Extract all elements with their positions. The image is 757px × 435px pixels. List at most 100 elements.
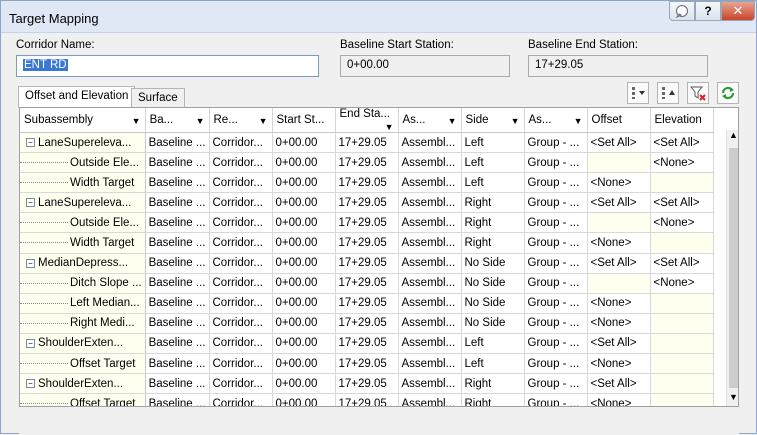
table-row[interactable]: Outside Ele... Baseline ... Corridor... 0+0…: [20, 212, 714, 234]
table-row[interactable]: Left Median... Baseline ... Corridor... 0+0…: [20, 293, 714, 314]
refresh-icon[interactable]: [717, 82, 739, 104]
scroll-thumb[interactable]: [729, 148, 738, 388]
cell-elevation[interactable]: [650, 353, 714, 375]
scroll-down-icon[interactable]: ▼: [727, 392, 738, 406]
cell-subassembly[interactable]: Offset Target: [20, 353, 146, 375]
cell-elevation[interactable]: [650, 313, 714, 334]
cell-elevation[interactable]: [650, 393, 714, 406]
filter-arrow-icon[interactable]: ▼: [574, 116, 583, 126]
table-row[interactable]: − MedianDepress... Baseline ... Corridor...…: [20, 253, 714, 274]
tab-offset-and-elevation[interactable]: Offset and Elevation: [18, 86, 136, 108]
cell-elevation[interactable]: <None>: [650, 152, 714, 174]
col-offset[interactable]: Offset: [587, 108, 651, 133]
col-side[interactable]: Side ▼: [461, 108, 525, 133]
cell-side: No Side: [461, 293, 525, 314]
cell-subassembly[interactable]: Width Target: [20, 232, 146, 254]
cell-elevation[interactable]: [650, 172, 714, 194]
cell-subassembly[interactable]: Ditch Slope ...: [20, 273, 146, 294]
cell-subassembly[interactable]: Right Medi...: [20, 313, 146, 334]
cell-offset[interactable]: <None>: [587, 353, 651, 375]
table-row[interactable]: − ShoulderExten... Baseline ... Corridor...…: [20, 373, 714, 395]
col-end-station[interactable]: End Sta... ▼: [335, 108, 399, 133]
filter-arrow-icon[interactable]: ▼: [511, 116, 520, 126]
table-row[interactable]: Width Target Baseline ... Corridor... 0+00.…: [20, 172, 714, 194]
cell-subassembly[interactable]: − ShoulderExten...: [20, 333, 146, 355]
collapse-icon[interactable]: −: [26, 338, 35, 348]
cell-offset[interactable]: [587, 152, 651, 174]
table-row[interactable]: Width Target Baseline ... Corridor... 0+00.…: [20, 232, 714, 254]
cell-start-station: 0+00.00: [272, 373, 336, 395]
filter-arrow-icon[interactable]: ▼: [132, 116, 141, 126]
cell-offset[interactable]: [587, 212, 651, 234]
table-row[interactable]: Right Medi... Baseline ... Corridor... 0+00…: [20, 313, 714, 334]
table-row[interactable]: Offset Target Baseline ... Corridor... 0+00…: [20, 393, 714, 406]
cell-offset[interactable]: <None>: [587, 172, 651, 194]
collapse-icon[interactable]: −: [26, 138, 35, 148]
filter-arrow-icon[interactable]: ▼: [196, 116, 205, 126]
cell-offset[interactable]: <Set All>: [587, 253, 651, 274]
collapse-icon[interactable]: −: [26, 198, 35, 208]
table-row[interactable]: Outside Ele... Baseline ... Corridor... 0+0…: [20, 152, 714, 174]
cell-elevation[interactable]: <Set All>: [650, 192, 714, 214]
close-button[interactable]: ✕: [721, 1, 755, 21]
cell-subassembly[interactable]: − ShoulderExten...: [20, 373, 146, 395]
column-chooser-icon[interactable]: [627, 82, 649, 104]
cell-subassembly[interactable]: Outside Ele...: [20, 212, 146, 234]
col-baseline[interactable]: Ba... ▼: [145, 108, 210, 133]
cell-offset[interactable]: <Set All>: [587, 333, 651, 355]
help-button[interactable]: ?: [695, 1, 721, 21]
col-start-station[interactable]: Start St...: [272, 108, 336, 133]
corridor-name-field[interactable]: ENT RD: [16, 55, 319, 77]
cell-elevation[interactable]: [650, 293, 714, 314]
col-assembly[interactable]: As... ▼: [398, 108, 462, 133]
filter-arrow-icon[interactable]: ▼: [385, 122, 394, 132]
table-row[interactable]: Offset Target Baseline ... Corridor... 0+00…: [20, 353, 714, 375]
cell-end-station: 17+29.05: [335, 353, 399, 375]
cell-subassembly[interactable]: − LaneSupereleva...: [20, 192, 146, 214]
cell-offset[interactable]: <None>: [587, 393, 651, 406]
cell-offset[interactable]: <None>: [587, 232, 651, 254]
table-row[interactable]: Ditch Slope ... Baseline ... Corridor... 0+…: [20, 273, 714, 294]
collapse-icon[interactable]: −: [26, 258, 35, 268]
vertical-scrollbar[interactable]: ▲ ▼: [726, 130, 738, 406]
cell-region: Corridor...: [209, 192, 273, 214]
collapse-icon[interactable]: −: [26, 379, 35, 389]
cell-offset[interactable]: <Set All>: [587, 192, 651, 214]
table-row[interactable]: − ShoulderExten... Baseline ... Corridor...…: [20, 333, 714, 355]
col-assembly-group[interactable]: As... ▼: [524, 108, 588, 133]
sort-icon[interactable]: [657, 82, 679, 104]
cell-offset[interactable]: <None>: [587, 313, 651, 334]
cell-subassembly[interactable]: Width Target: [20, 172, 146, 194]
cell-elevation[interactable]: <None>: [650, 212, 714, 234]
clear-filter-icon[interactable]: [687, 82, 709, 104]
cell-offset[interactable]: <Set All>: [587, 373, 651, 395]
table-row[interactable]: − LaneSupereleva... Baseline ... Corridor..…: [20, 192, 714, 214]
cell-elevation[interactable]: <Set All>: [650, 253, 714, 274]
cell-elevation[interactable]: [650, 373, 714, 395]
cell-offset[interactable]: <Set All>: [587, 132, 651, 154]
cell-subassembly[interactable]: − MedianDepress...: [20, 253, 146, 274]
scroll-up-icon[interactable]: ▲: [727, 130, 738, 146]
cell-subassembly[interactable]: − LaneSupereleva...: [20, 132, 146, 154]
cell-elevation[interactable]: <Set All>: [650, 132, 714, 154]
cell-region: Corridor...: [209, 293, 273, 314]
cell-offset[interactable]: [587, 273, 651, 294]
filter-arrow-icon[interactable]: ▼: [259, 116, 268, 126]
corridor-name-value: ENT RD: [23, 59, 68, 71]
cell-elevation[interactable]: <None>: [650, 273, 714, 294]
cell-subassembly[interactable]: Outside Ele...: [20, 152, 146, 174]
cell-subassembly[interactable]: Offset Target: [20, 393, 146, 406]
filter-arrow-icon[interactable]: ▼: [448, 116, 457, 126]
table-row[interactable]: − LaneSupereleva... Baseline ... Corridor..…: [20, 132, 714, 154]
cell-offset[interactable]: <None>: [587, 293, 651, 314]
col-region[interactable]: Re... ▼: [209, 108, 273, 133]
cell-elevation[interactable]: [650, 333, 714, 355]
col-subassembly[interactable]: Subassembly ▼: [20, 108, 146, 133]
cell-region: Corridor...: [209, 132, 273, 154]
col-elevation[interactable]: Elevation: [650, 108, 714, 133]
cell-elevation[interactable]: [650, 232, 714, 254]
balloon-help-icon[interactable]: [669, 1, 695, 21]
tab-surface[interactable]: Surface: [131, 88, 185, 108]
cell-side: Right: [461, 393, 525, 406]
cell-subassembly[interactable]: Left Median...: [20, 293, 146, 314]
